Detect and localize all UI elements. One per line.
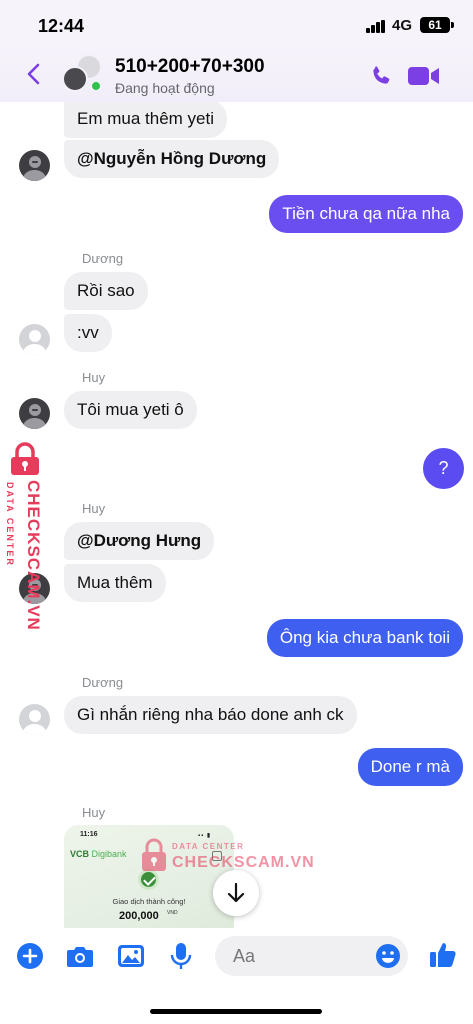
composer-bar: Aa (0, 928, 473, 1024)
group-avatar[interactable] (62, 54, 104, 96)
avatar[interactable] (19, 704, 50, 735)
status-bar: 12:44 4G 61 (0, 0, 473, 46)
avatar[interactable] (19, 150, 50, 181)
watermark-center: DATA CENTER CHECKSCAM.VN (140, 836, 314, 876)
sender-name: Dương (82, 251, 124, 266)
signal-icon (366, 20, 386, 33)
lock-icon (142, 838, 166, 871)
message-in[interactable]: Rồi sao (64, 272, 148, 310)
plus-icon[interactable] (16, 942, 44, 970)
sender-name: Dương (82, 675, 124, 690)
gallery-icon[interactable] (117, 942, 145, 970)
network-type: 4G (392, 17, 413, 34)
message-input[interactable]: Aa (215, 936, 408, 976)
clock: 12:44 (38, 16, 85, 36)
message-thread[interactable]: Em mua thêm yeti @Nguyễn Hồng Dương Tiền… (0, 102, 473, 928)
emoji-icon[interactable] (375, 943, 401, 969)
message-out-question[interactable]: ? (423, 448, 464, 489)
lock-icon (11, 442, 39, 475)
battery-icon: 61 (420, 17, 454, 33)
avatar[interactable] (19, 324, 50, 355)
chat-header: 510+200+70+300 Đang hoạt động (0, 46, 473, 102)
input-placeholder: Aa (233, 946, 256, 966)
back-arrow-icon[interactable] (24, 62, 44, 86)
thumbs-up-icon[interactable] (428, 940, 458, 970)
message-in[interactable]: Tôi mua yeti ô (64, 391, 197, 429)
phone-icon[interactable] (369, 64, 393, 88)
bank-logo: VCB Digibank (70, 849, 127, 859)
camera-icon[interactable] (66, 942, 94, 970)
message-in[interactable]: Em mua thêm yeti (64, 102, 227, 138)
message-out[interactable]: Ông kia chưa bank toii (266, 619, 463, 657)
message-in-mention[interactable]: @Dương Hưng (64, 522, 215, 560)
online-indicator (90, 80, 102, 92)
sender-name: Huy (82, 805, 106, 820)
avatar[interactable] (19, 398, 50, 429)
microphone-icon[interactable] (167, 942, 195, 970)
home-indicator (150, 1009, 322, 1014)
watermark-side: DATA CENTER CHECKSCAM.VN (5, 440, 53, 640)
transaction-status: Giao dịch thành công! (112, 897, 186, 906)
chat-title[interactable]: 510+200+70+300 (115, 56, 265, 78)
preview-time: 11:16 (80, 831, 98, 838)
active-status: Đang hoạt động (115, 80, 215, 96)
transaction-amount: 200,000 (119, 910, 159, 922)
message-out[interactable]: Done r mà (357, 748, 463, 786)
video-call-icon[interactable] (408, 66, 440, 86)
sender-name: Huy (82, 501, 106, 516)
message-in-mention[interactable]: @Nguyễn Hồng Dương (64, 140, 280, 178)
message-in[interactable]: :vv (64, 314, 112, 352)
message-in[interactable]: Mua thêm (64, 564, 166, 602)
message-in[interactable]: Gì nhắn riêng nha báo done anh ck (64, 696, 357, 734)
currency: VND (167, 910, 178, 916)
scroll-down-button[interactable] (213, 870, 259, 916)
message-out[interactable]: Tiền chưa qa nữa nha (269, 195, 463, 233)
sender-name: Huy (82, 370, 106, 385)
